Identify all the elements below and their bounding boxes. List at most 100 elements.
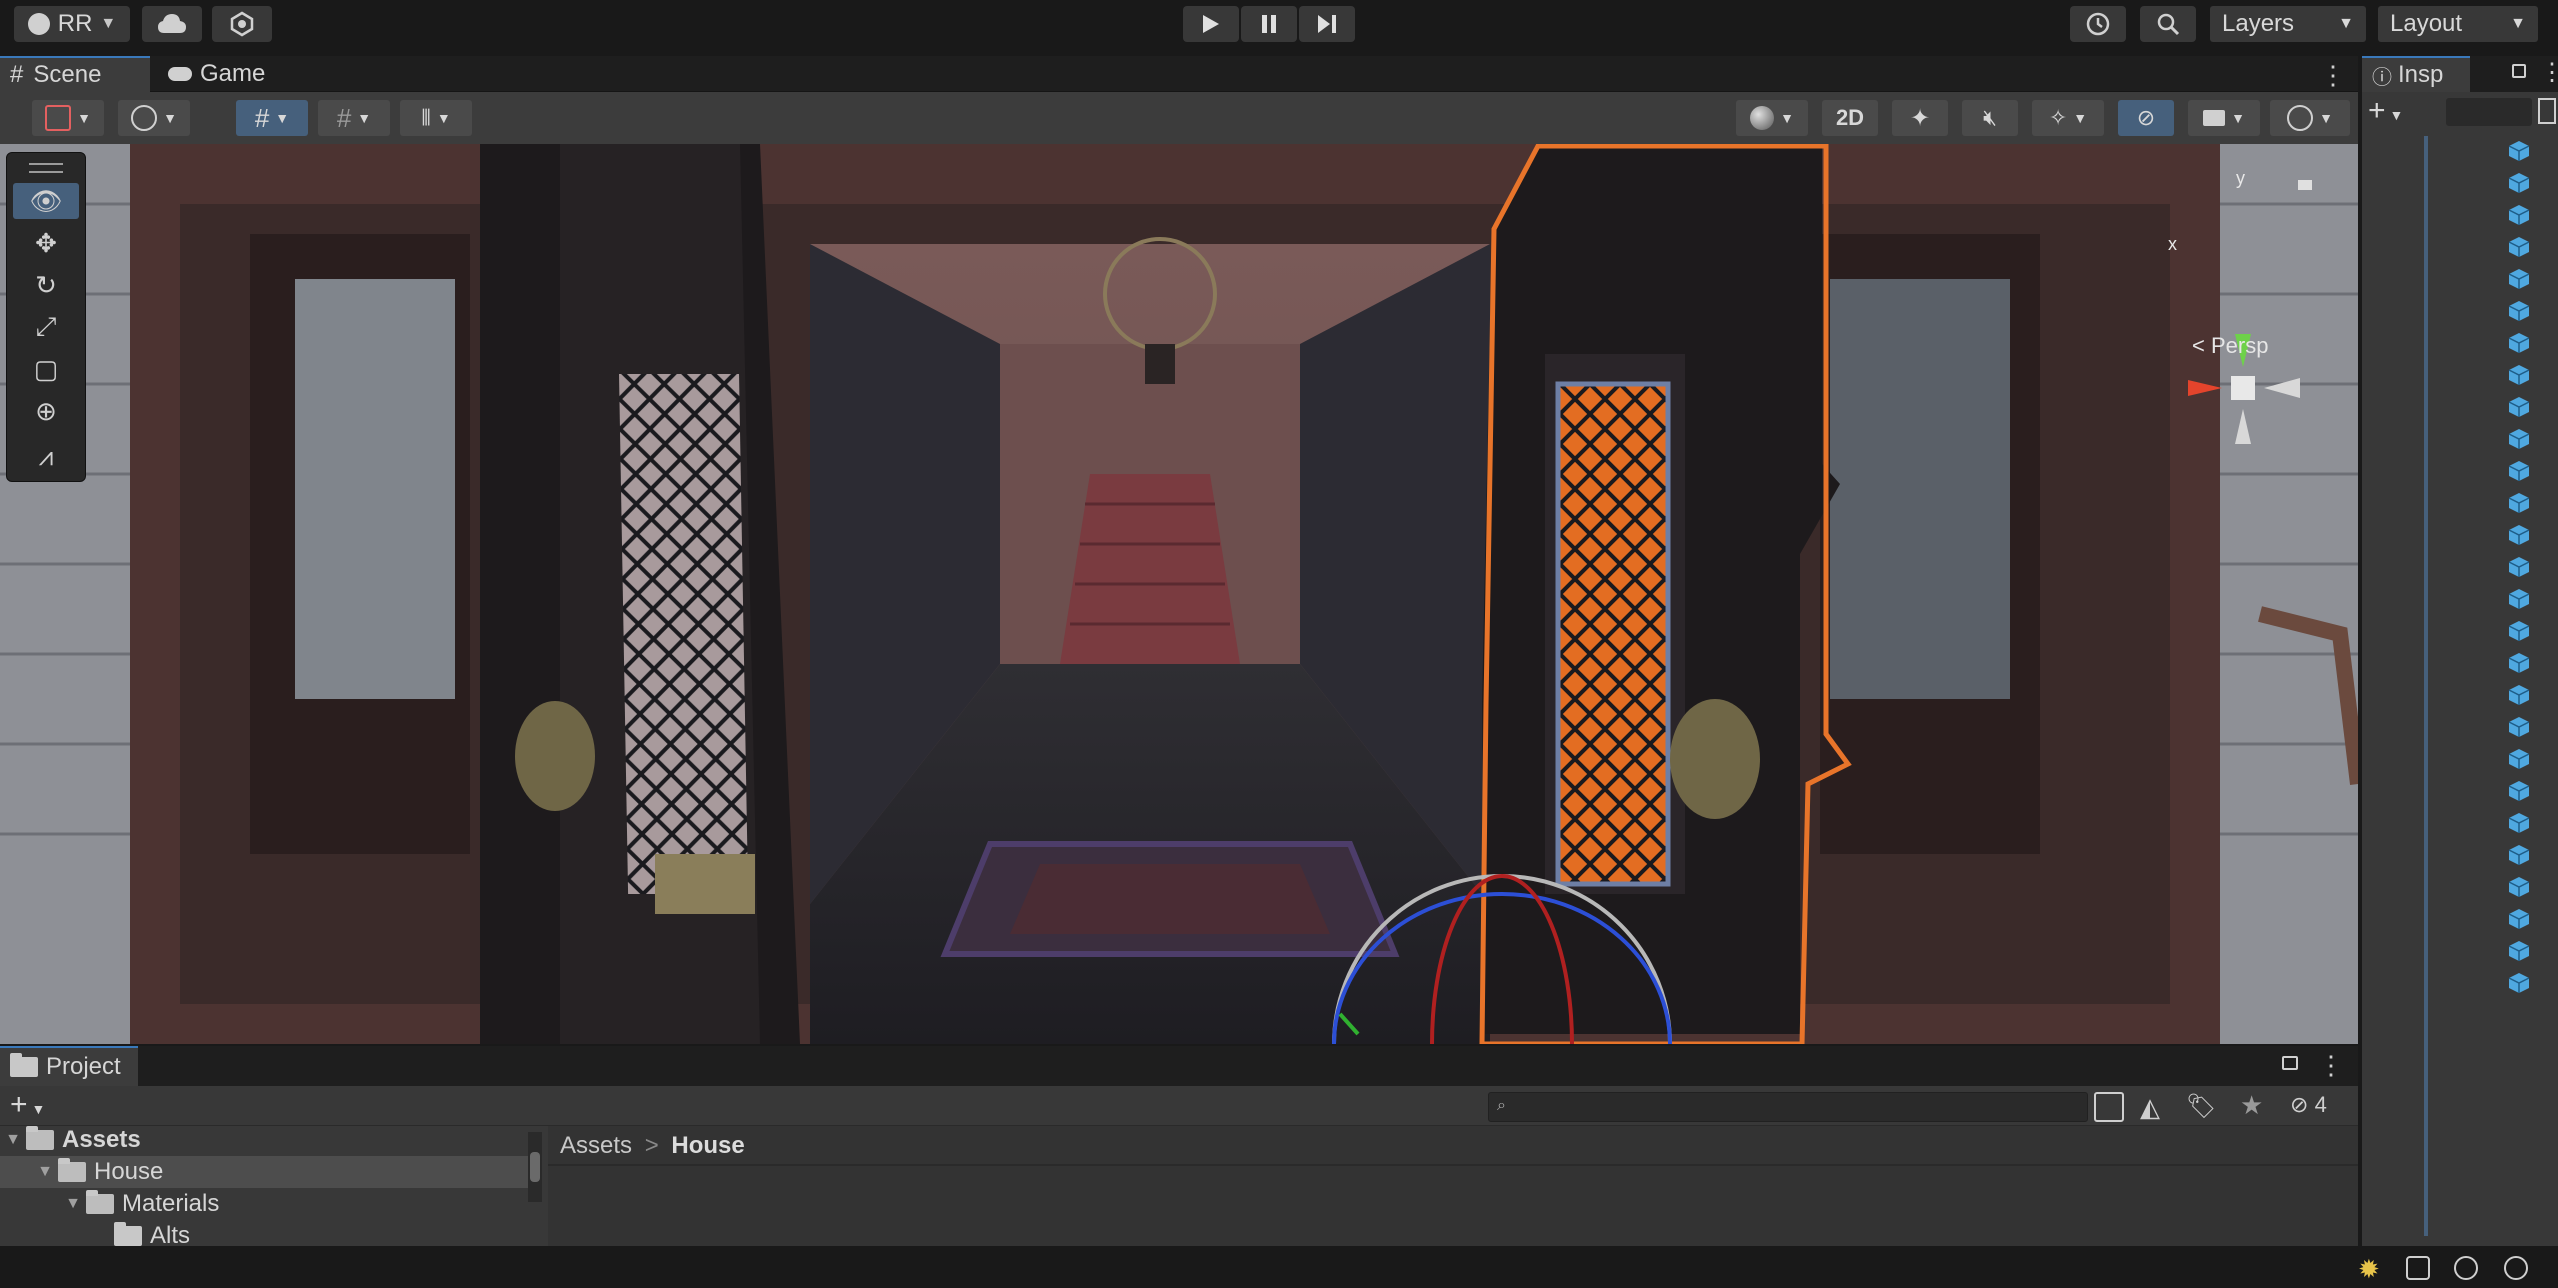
prefab-cube-icon[interactable] bbox=[2508, 460, 2530, 482]
caret-down-icon: ▼ bbox=[65, 1195, 81, 1212]
prefab-cube-icon[interactable] bbox=[2508, 236, 2530, 258]
step-button[interactable] bbox=[1299, 6, 1355, 42]
inspector-more-icon[interactable]: ⋮ bbox=[2540, 58, 2558, 87]
scene-more-icon[interactable]: ⋮ bbox=[2320, 60, 2346, 91]
breadcrumb-current[interactable]: House bbox=[671, 1132, 744, 1159]
increment-snap-dropdown[interactable]: # ▼ bbox=[318, 100, 390, 136]
tab-project[interactable]: Project bbox=[0, 1046, 138, 1086]
projection-toggle[interactable]: < Persp bbox=[2192, 333, 2268, 359]
prefab-cube-icon[interactable] bbox=[2508, 364, 2530, 386]
undo-history-button[interactable] bbox=[2070, 6, 2126, 42]
filter-label-icon[interactable]: 🏷︎ bbox=[2186, 1092, 2216, 1121]
prefab-cube-icon[interactable] bbox=[2508, 620, 2530, 642]
scene-viewport[interactable]: y x bbox=[0, 144, 2358, 1044]
sync-status-icon[interactable] bbox=[2504, 1256, 2528, 1280]
audio-toggle[interactable]: 🔇︎ bbox=[1962, 100, 2018, 136]
rect-tool[interactable]: ▢ bbox=[13, 351, 79, 387]
project-more-icon[interactable]: ⋮ bbox=[2318, 1050, 2344, 1081]
prefab-cube-icon[interactable] bbox=[2508, 780, 2530, 802]
layers-dropdown[interactable]: Layers ▼ bbox=[2210, 6, 2366, 42]
breadcrumb-root[interactable]: Assets bbox=[560, 1132, 632, 1159]
account-dropdown[interactable]: RR ▼ bbox=[14, 6, 130, 42]
filter-type-icon[interactable]: ◭ bbox=[2140, 1092, 2160, 1123]
tab-inspector[interactable]: ⓘ Insp bbox=[2362, 56, 2470, 92]
prefab-cube-icon[interactable] bbox=[2508, 716, 2530, 738]
grid-snap-toggle[interactable]: # ▼ bbox=[236, 100, 308, 136]
prefab-cube-icon[interactable] bbox=[2508, 300, 2530, 322]
tree-item-assets[interactable]: ▼ Assets bbox=[0, 1126, 528, 1156]
scene-visibility-toggle[interactable]: ⊘ bbox=[2118, 100, 2174, 136]
prefab-cube-icon[interactable] bbox=[2508, 844, 2530, 866]
hierarchy-options-icon[interactable] bbox=[2538, 98, 2556, 124]
prefab-cube-icon[interactable] bbox=[2508, 396, 2530, 418]
tab-scene[interactable]: # Scene bbox=[0, 56, 150, 92]
project-search-input[interactable]: ⌕ bbox=[1488, 1092, 2088, 1122]
hidden-packages-button[interactable]: ⊘ 4 bbox=[2290, 1092, 2327, 1118]
toggle-2d-button[interactable]: 2D bbox=[1822, 100, 1878, 136]
prefab-cube-icon[interactable] bbox=[2508, 684, 2530, 706]
search-button[interactable] bbox=[2140, 6, 2196, 42]
camera-dropdown[interactable]: ▼ bbox=[2188, 100, 2260, 136]
layout-dropdown[interactable]: Layout ▼ bbox=[2378, 6, 2538, 42]
chevron-down-icon: ▼ bbox=[163, 110, 177, 126]
grid-visibility-dropdown[interactable]: ⦀ ▼ bbox=[400, 100, 472, 136]
prefab-cube-icon[interactable] bbox=[2508, 332, 2530, 354]
favorites-icon[interactable]: ★ bbox=[2240, 1090, 2263, 1121]
collab-status-icon[interactable] bbox=[2454, 1256, 2478, 1280]
prefab-cube-icon[interactable] bbox=[2508, 268, 2530, 290]
custom-tool[interactable]: ⩘ bbox=[13, 439, 79, 475]
prefab-cube-icon[interactable] bbox=[2508, 940, 2530, 962]
prefab-cube-icon[interactable] bbox=[2508, 140, 2530, 162]
move-tool[interactable]: ✥ bbox=[13, 225, 79, 261]
cache-server-icon[interactable] bbox=[2406, 1256, 2430, 1280]
tree-item-house[interactable]: ▼ House bbox=[0, 1156, 528, 1188]
gizmos-dropdown[interactable]: ▼ bbox=[2270, 100, 2350, 136]
pause-button[interactable] bbox=[1241, 6, 1297, 42]
tree-item-materials[interactable]: ▼ Materials bbox=[0, 1188, 528, 1220]
eye-icon: 👁︎ bbox=[29, 185, 63, 216]
gizmo-lock-icon[interactable] bbox=[2298, 180, 2312, 190]
shading-mode-dropdown[interactable]: ▼ bbox=[1736, 100, 1808, 136]
prefab-cube-icon[interactable] bbox=[2508, 748, 2530, 770]
tree-scrollbar[interactable] bbox=[528, 1132, 542, 1202]
prefab-cube-icon[interactable] bbox=[2508, 972, 2530, 994]
prefab-cube-icon[interactable] bbox=[2508, 652, 2530, 674]
palette-drag-handle[interactable] bbox=[29, 163, 63, 173]
prefab-cube-icon[interactable] bbox=[2508, 556, 2530, 578]
rotate-tool[interactable]: ↻ bbox=[13, 267, 79, 303]
scale-tool[interactable]: ⤢ bbox=[13, 309, 79, 345]
hierarchy-search-input[interactable] bbox=[2446, 98, 2532, 126]
hierarchy-add-button[interactable]: + ▼ bbox=[2368, 94, 2403, 128]
lighting-status-icon[interactable]: ✹ bbox=[2358, 1254, 2380, 1285]
prefab-cube-icon[interactable] bbox=[2508, 204, 2530, 226]
scene-tab-bar: # Scene Game ⋮ bbox=[0, 56, 2358, 92]
grid-hash-icon: # bbox=[10, 61, 24, 88]
inspector-lock-icon[interactable] bbox=[2512, 64, 2526, 78]
view-tool[interactable]: 👁︎ bbox=[13, 183, 79, 219]
prefab-cube-icon[interactable] bbox=[2508, 812, 2530, 834]
prefab-cube-icon[interactable] bbox=[2508, 524, 2530, 546]
cloud-button[interactable] bbox=[142, 6, 202, 42]
search-by-type-icon[interactable] bbox=[2094, 1092, 2124, 1122]
layout-label: Layout bbox=[2390, 10, 2463, 37]
global-local-dropdown[interactable]: ▼ bbox=[118, 100, 190, 136]
draw-mode-dropdown[interactable]: ▼ bbox=[32, 100, 104, 136]
chevron-down-icon: ▼ bbox=[436, 110, 451, 126]
play-button[interactable] bbox=[1183, 6, 1239, 42]
prefab-cube-icon[interactable] bbox=[2508, 876, 2530, 898]
lighting-toggle[interactable]: ✦ bbox=[1892, 100, 1948, 136]
create-asset-button[interactable]: + ▼ bbox=[10, 1088, 45, 1122]
folder-icon bbox=[114, 1222, 142, 1246]
collab-button[interactable] bbox=[212, 6, 272, 42]
prefab-cube-icon[interactable] bbox=[2508, 588, 2530, 610]
prefab-cube-icon[interactable] bbox=[2508, 908, 2530, 930]
transform-tool[interactable]: ⊕ bbox=[13, 393, 79, 429]
effects-dropdown[interactable]: ✧ ▼ bbox=[2032, 100, 2104, 136]
prefab-cube-icon[interactable] bbox=[2508, 428, 2530, 450]
tree-scroll-thumb[interactable] bbox=[530, 1152, 540, 1182]
tab-game[interactable]: Game bbox=[158, 56, 288, 92]
prefab-cube-icon[interactable] bbox=[2508, 172, 2530, 194]
hierarchy-indent-guide bbox=[2424, 136, 2428, 1236]
prefab-cube-icon[interactable] bbox=[2508, 492, 2530, 514]
lock-icon[interactable] bbox=[2282, 1056, 2298, 1070]
